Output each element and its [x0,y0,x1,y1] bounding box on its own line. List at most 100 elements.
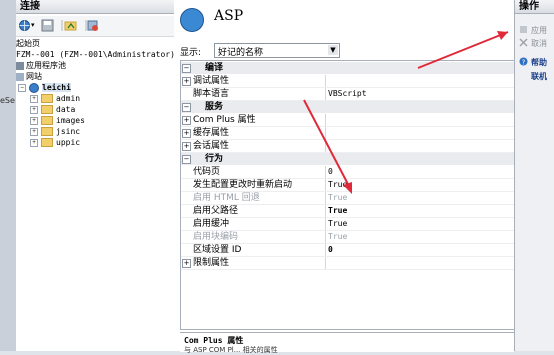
tree-item-jsinc[interactable]: + jsinc [16,126,174,137]
property-value[interactable] [325,257,518,269]
expand-icon[interactable]: + [30,127,38,136]
property-value[interactable]: True [325,218,518,230]
description-text: 与 ASP COM Pl... 相关的属性 [184,346,278,354]
asp-feature-pane: ASP 显示: 好记的名称 ▼ − 编译 + 调试属性 脚本语言 VBScript − 服务 +… [174,0,515,354]
cancel-action[interactable]: 取消 [519,38,547,49]
property-name: 启用块编码 [193,232,239,242]
connections-tree: 起始页 FZM--001 (FZM--001\Administrator) 应用… [16,38,175,148]
property-name: 行为 [205,154,224,164]
grid-category[interactable]: − 服务 [181,101,515,113]
property-name: 启用 HTML 回退 [193,193,260,203]
up-level-icon[interactable] [64,19,77,32]
save-icon[interactable] [41,19,54,32]
tree-item-data[interactable]: + data [16,104,174,115]
property-name: 调试属性 [193,76,230,86]
expand-icon[interactable]: + [30,105,38,114]
property-value[interactable]: True [325,192,518,204]
grid-category[interactable]: − 编译 [181,62,515,74]
property-value[interactable] [325,127,518,139]
property-value[interactable] [325,140,518,152]
apply-icon [520,26,527,33]
expand-icon[interactable]: + [182,142,191,151]
property-value[interactable]: True [325,179,518,191]
tree-item-admin[interactable]: + admin [16,93,174,104]
display-select[interactable]: 好记的名称 ▼ [214,43,340,58]
grid-property-row[interactable]: 脚本语言 VBScript [181,88,515,101]
property-grid: − 编译 + 调试属性 脚本语言 VBScript − 服务 + Com Plus 属性 + 缓存属性… [180,60,515,330]
property-value[interactable]: True [325,205,518,217]
tree-item-images[interactable]: + images [16,115,174,126]
expand-icon[interactable]: + [182,259,191,268]
expand-icon[interactable]: + [182,129,191,138]
connect-globe-icon[interactable] [18,19,31,32]
server-connect-icon[interactable] [86,19,99,32]
chevron-down-icon[interactable]: ▼ [328,45,338,55]
property-value[interactable]: 0 [325,244,518,256]
sites-icon [16,72,24,81]
property-name: 启用父路径 [193,206,239,216]
app-pool-icon [16,61,24,70]
property-name: 脚本语言 [193,89,230,99]
expand-icon[interactable]: + [182,116,191,125]
collapse-icon[interactable]: − [182,103,191,112]
help-action[interactable]: ? 帮助 [519,57,547,68]
online-help-action[interactable]: 联机 [523,71,547,82]
expand-icon[interactable]: + [30,116,38,125]
tree-item-uppic[interactable]: + uppic [16,137,174,148]
property-value[interactable] [325,75,518,87]
grid-property-row[interactable]: 发生配置更改时重新启动 True [181,179,515,192]
grid-property-row[interactable]: + 调试属性 [181,75,515,88]
collapse-icon[interactable]: − [18,83,26,92]
property-name: 启用缓冲 [193,219,230,229]
connections-panel: 连接 ▾ 起始页 FZM--001 (FZM--001\Administrato… [16,0,175,351]
grid-property-row[interactable]: + 缓存属性 [181,127,515,140]
property-name: 发生配置更改时重新启动 [193,180,293,190]
tree-item-start-page[interactable]: 起始页 [16,38,174,49]
description-panel: Com Plus 属性 与 ASP COM Pl... 相关的属性 [180,332,514,354]
grid-property-row[interactable]: 区域设置 ID 0 [181,244,515,257]
grid-property-row[interactable]: 启用缓冲 True [181,218,515,231]
property-name: 代码页 [193,167,221,177]
left-edge-strip: eSe [0,0,16,351]
expand-icon[interactable]: + [30,94,38,103]
grid-property-row[interactable]: 代码页 0 [181,166,515,179]
grid-property-row[interactable]: 启用块编码 True [181,231,515,244]
tree-item-server[interactable]: FZM--001 (FZM--001\Administrator) [16,49,175,60]
property-name: 缓存属性 [193,128,230,138]
grid-property-row[interactable]: 启用 HTML 回退 True [181,192,515,205]
folder-icon [41,116,53,125]
folder-icon [41,105,53,114]
actions-title: 操作 [515,0,554,14]
connections-title: 连接 [16,0,174,14]
property-name: 会话属性 [193,141,230,151]
grid-category[interactable]: − 行为 [181,153,515,165]
display-label: 显示: [180,48,202,58]
svg-text:?: ? [522,58,526,66]
site-globe-icon [29,82,39,93]
grid-property-row[interactable]: + 会话属性 [181,140,515,153]
tree-item-leichi[interactable]: − leichi [16,82,174,93]
property-value[interactable] [325,114,518,126]
grid-property-row[interactable]: 启用父路径 True [181,205,515,218]
expand-icon[interactable]: + [30,138,38,147]
property-value[interactable]: True [325,231,518,243]
expand-icon[interactable]: + [182,77,191,86]
left-edge-label: eSe [0,96,15,105]
property-name: 区域设置 ID [193,245,242,255]
grid-property-row[interactable]: + 限制属性 [181,257,515,270]
asp-globe-icon [180,8,204,32]
property-name: 限制属性 [193,258,230,268]
property-value[interactable]: VBScript [325,88,518,100]
collapse-icon[interactable]: − [182,155,191,164]
tree-item-app-pools[interactable]: 应用程序池 [16,60,174,71]
property-name: 编译 [205,63,224,73]
connections-toolbar: ▾ [16,16,174,37]
folder-icon [41,94,53,103]
display-row: 显示: 好记的名称 ▼ [174,42,514,58]
display-select-value: 好记的名称 [218,48,264,58]
grid-property-row[interactable]: + Com Plus 属性 [181,114,515,127]
apply-action[interactable]: 应用 [520,25,547,36]
collapse-icon[interactable]: − [182,64,191,73]
property-value[interactable]: 0 [325,166,518,178]
tree-item-sites[interactable]: 网站 [16,71,174,82]
